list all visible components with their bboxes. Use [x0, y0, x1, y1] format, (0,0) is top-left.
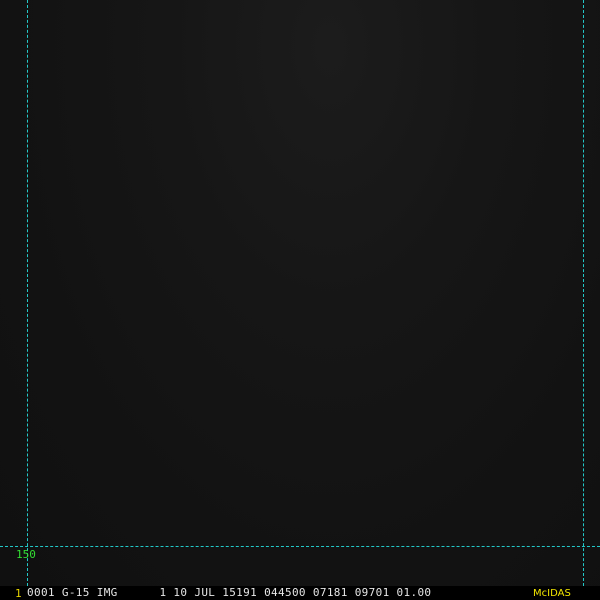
left-guide-line — [27, 0, 28, 586]
mcidas-brand-label: McIDAS — [533, 588, 571, 599]
bottom-guide-line — [0, 546, 600, 547]
grid-line-label: 150 — [16, 548, 36, 561]
image-info-line: 0001 G-15 IMG 1 10 JUL 15191 044500 0718… — [27, 586, 432, 599]
satellite-image-display[interactable]: 150 — [0, 0, 600, 586]
frame-number: 1 — [15, 587, 22, 600]
right-guide-line — [583, 0, 584, 586]
